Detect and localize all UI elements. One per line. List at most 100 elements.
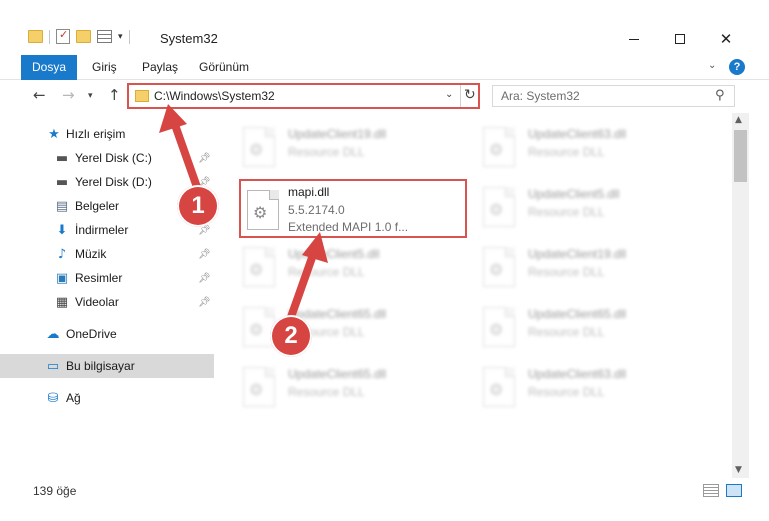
up-arrow-icon[interactable]: ↑: [108, 86, 121, 104]
dll-file-icon: ⚙: [483, 307, 515, 347]
ribbon-expand-icon[interactable]: ⌄: [708, 60, 716, 71]
sidebar-item-pictures[interactable]: ▣ Resimler 📌︎: [0, 266, 214, 290]
music-icon: ♪: [57, 246, 67, 262]
quick-access-toolbar: ▾: [28, 28, 130, 44]
details-view-icon[interactable]: [703, 484, 719, 497]
file-item[interactable]: ⚙ UpdateClient65.dll Resource DLL: [223, 299, 453, 357]
pin-icon[interactable]: 📌︎: [198, 153, 211, 164]
sidebar-item-drive-c[interactable]: ▬ Yerel Disk (C:) 📌︎: [0, 146, 214, 170]
gear-icon: ⚙: [489, 380, 504, 399]
tab-file[interactable]: Dosya: [21, 55, 77, 80]
file-detail: Resource DLL: [528, 205, 605, 219]
scrollbar-thumb[interactable]: [734, 130, 747, 182]
sidebar-item-label: OneDrive: [66, 327, 117, 341]
properties-icon[interactable]: [56, 28, 70, 44]
search-input[interactable]: Ara: System32 ⚲: [492, 85, 735, 107]
maximize-button[interactable]: [657, 26, 703, 52]
close-button[interactable]: ✕: [703, 26, 749, 52]
file-name: UpdateClient5.dll: [528, 187, 620, 201]
sidebar-item-label: Resimler: [75, 271, 123, 285]
pin-icon[interactable]: 📌︎: [198, 297, 211, 308]
file-item[interactable]: ⚙ UpdateClient5.dll Resource DLL: [463, 179, 693, 237]
drive-icon: ▬: [55, 150, 69, 166]
gear-icon: ⚙: [249, 320, 264, 339]
minimize-button[interactable]: [611, 26, 657, 52]
dll-file-icon: ⚙: [483, 367, 515, 407]
sidebar-item-this-pc[interactable]: ▭ Bu bilgisayar: [0, 354, 214, 378]
address-bar[interactable]: C:\Windows\System32 ⌄ ↻: [127, 83, 480, 109]
file-item[interactable]: ⚙ UpdateClient5.dll Resource DLL: [223, 239, 453, 297]
sidebar-item-videos[interactable]: ▦ Videolar 📌︎: [0, 290, 214, 314]
dll-file-icon: ⚙: [247, 190, 279, 230]
file-item[interactable]: ⚙ UpdateClient65.dll Resource DLL: [463, 299, 693, 357]
large-icons-view-icon[interactable]: [726, 484, 742, 497]
tab-share[interactable]: Paylaş: [142, 55, 178, 80]
sidebar-item-music[interactable]: ♪ Müzik 📌︎: [0, 242, 214, 266]
file-detail: Resource DLL: [288, 145, 365, 159]
callout-badge-1: 1: [177, 185, 219, 227]
gear-icon: ⚙: [249, 380, 264, 399]
minimize-icon: [629, 38, 639, 40]
help-icon[interactable]: ?: [729, 59, 745, 75]
tab-view[interactable]: Görünüm: [199, 55, 249, 80]
file-name: UpdateClient65.dll: [528, 307, 627, 321]
folder-icon: [28, 30, 43, 43]
star-icon: ★: [48, 126, 60, 142]
sidebar-item-label: Hızlı erişim: [66, 127, 126, 141]
file-name: UpdateClient5.dll: [288, 247, 380, 261]
search-icon[interactable]: ⚲: [715, 88, 725, 103]
file-item[interactable]: ⚙ UpdateClient65.dll Resource DLL: [223, 359, 453, 417]
sidebar-item-label: İndirmeler: [75, 223, 129, 237]
title-bar: ▾ System32 ✕: [0, 0, 769, 55]
sidebar-item-onedrive[interactable]: ☁ OneDrive: [0, 322, 214, 346]
recent-locations-icon[interactable]: ▾: [88, 91, 93, 101]
cloud-icon: ☁: [46, 326, 60, 342]
pin-icon[interactable]: 📌︎: [198, 273, 211, 284]
file-version: 5.5.2174.0: [288, 203, 345, 217]
drive-icon: ▬: [55, 174, 69, 190]
file-detail: Resource DLL: [288, 385, 365, 399]
vertical-scrollbar[interactable]: ▲ ▼: [732, 113, 749, 478]
file-item-mapi[interactable]: ⚙ mapi.dll 5.5.2174.0 Extended MAPI 1.0 …: [239, 179, 467, 238]
address-dropdown-icon[interactable]: ⌄: [445, 89, 453, 100]
forward-arrow-icon[interactable]: →: [62, 86, 75, 104]
file-detail: Resource DLL: [528, 265, 605, 279]
scroll-down-icon[interactable]: ▼: [735, 465, 742, 475]
refresh-icon[interactable]: ↻: [464, 87, 476, 103]
file-name: UpdateClient19.dll: [528, 247, 627, 261]
sidebar-item-label: Videolar: [75, 295, 119, 309]
address-path[interactable]: C:\Windows\System32: [154, 89, 275, 103]
dll-file-icon: ⚙: [483, 187, 515, 227]
file-item[interactable]: ⚙ UpdateClient19.dll Resource DLL: [463, 239, 693, 297]
sidebar-item-label: Yerel Disk (C:): [75, 151, 152, 165]
divider: [49, 29, 50, 44]
scroll-up-icon[interactable]: ▲: [735, 115, 742, 125]
sidebar-item-label: Müzik: [75, 247, 107, 261]
gear-icon: ⚙: [489, 140, 504, 159]
back-arrow-icon[interactable]: ←: [33, 86, 46, 104]
sidebar-item-quick-access[interactable]: ★ Hızlı erişim: [0, 122, 214, 146]
gear-icon: ⚙: [489, 260, 504, 279]
file-item[interactable]: ⚙ UpdateClient63.dll Resource DLL: [463, 119, 693, 177]
dll-file-icon: ⚙: [483, 127, 515, 167]
window-title: System32: [160, 31, 218, 46]
sidebar-item-network[interactable]: ⛁ Ağ: [0, 386, 214, 410]
view-icon[interactable]: [97, 30, 112, 43]
tab-home[interactable]: Giriş: [92, 55, 117, 80]
close-icon: ✕: [719, 30, 733, 48]
sidebar-item-label: Yerel Disk (D:): [75, 175, 152, 189]
file-item[interactable]: ⚙ UpdateClient19.dll Resource DLL: [223, 119, 453, 177]
file-name: mapi.dll: [288, 185, 330, 199]
new-folder-icon[interactable]: [76, 30, 91, 43]
pin-icon[interactable]: 📌︎: [198, 249, 211, 260]
file-item[interactable]: ⚙ UpdateClient63.dll Resource DLL: [463, 359, 693, 417]
sidebar-item-label: Bu bilgisayar: [66, 359, 135, 373]
sidebar-item-drive-d[interactable]: ▬ Yerel Disk (D:) 📌︎: [0, 170, 214, 194]
dll-file-icon: ⚙: [483, 247, 515, 287]
sidebar-item-downloads[interactable]: ⬇ İndirmeler 📌︎: [0, 218, 214, 242]
gear-icon: ⚙: [249, 140, 264, 159]
folder-icon: [135, 90, 149, 102]
customize-toolbar-icon[interactable]: ▾: [118, 31, 123, 42]
computer-icon: ▭: [46, 358, 60, 374]
file-name: UpdateClient65.dll: [288, 367, 387, 381]
